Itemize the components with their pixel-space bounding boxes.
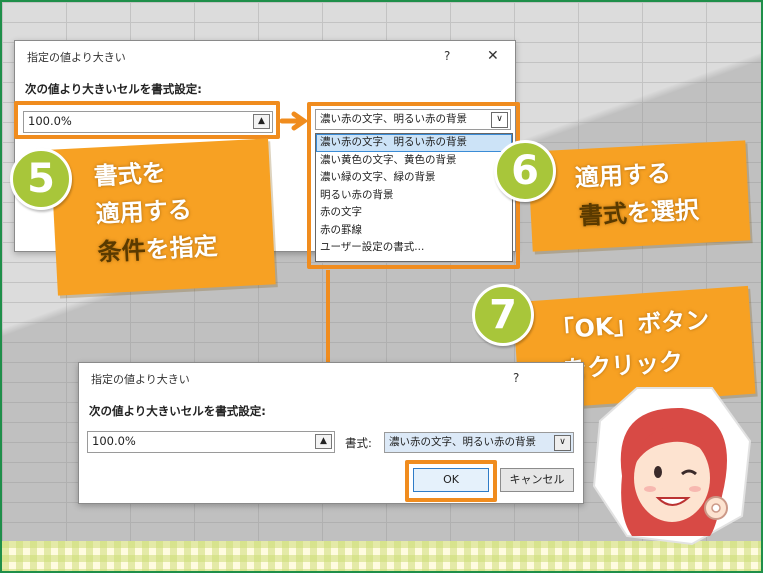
format-option[interactable]: ユーザー設定の書式... — [316, 239, 512, 257]
top-format-select-text: 濃い赤の文字、明るい赤の背景 — [320, 113, 467, 125]
format-option[interactable]: 濃い緑の文字、緑の背景 — [316, 169, 512, 187]
step5-badge: 5 — [10, 148, 72, 210]
step6-emphasis: 書式 — [578, 199, 628, 231]
ok-button[interactable]: OK — [413, 468, 489, 492]
format-label: 書式: — [345, 436, 372, 450]
bottom-value-text: 100.0% — [92, 434, 136, 448]
step5-line3-rest: を指定 — [144, 232, 219, 264]
illustration-frame: 指定の値より大きい ? ✕ 次の値より大きいセルを書式設定: 100.0% ▲ … — [0, 0, 763, 573]
bottom-value-input[interactable]: 100.0% ▲ — [87, 431, 335, 453]
format-options-list: 濃い赤の文字、明るい赤の背景 濃い黄色の文字、黄色の背景 濃い緑の文字、緑の背景… — [315, 133, 513, 262]
bottom-dialog: 指定の値より大きい ? 次の値より大きいセルを書式設定: 100.0% ▲ 書式… — [78, 362, 584, 504]
step7-badge: 7 — [472, 284, 534, 346]
bottom-condition-label: 次の値より大きいセルを書式設定: — [89, 404, 266, 418]
spin-up-icon[interactable]: ▲ — [315, 434, 332, 449]
top-help-button[interactable]: ? — [444, 49, 450, 63]
step6-badge: 6 — [494, 140, 556, 202]
step5-emphasis: 条件 — [97, 235, 147, 267]
step5-line3: 条件を指定 — [97, 229, 219, 270]
value-highlight-box — [14, 101, 280, 139]
format-option[interactable]: 濃い黄色の文字、黄色の背景 — [316, 152, 512, 170]
step7-line1: 「OK」ボタン — [549, 305, 711, 345]
format-option[interactable]: 赤の文字 — [316, 204, 512, 222]
bottom-format-select[interactable]: 濃い赤の文字、明るい赤の背景 ∨ — [384, 432, 574, 453]
step6-line1: 適用する — [574, 159, 672, 193]
step5-line1: 書式を — [93, 158, 167, 191]
step6-line2-rest: を選択 — [626, 195, 700, 228]
cancel-button[interactable]: キャンセル — [500, 468, 574, 492]
top-close-button[interactable]: ✕ — [487, 48, 499, 64]
format-option[interactable]: 濃い赤の文字、明るい赤の背景 — [316, 134, 512, 152]
bottom-format-select-text: 濃い赤の文字、明るい赤の背景 — [389, 436, 536, 448]
format-option[interactable]: 赤の罫線 — [316, 222, 512, 240]
step5-callout: 書式を 適用する 条件を指定 — [50, 138, 276, 296]
mascot-illustration — [592, 387, 752, 546]
step6-line2: 書式を選択 — [578, 193, 700, 234]
chevron-down-icon[interactable]: ∨ — [491, 112, 508, 128]
step5-line2: 適用する — [95, 195, 193, 229]
chevron-down-icon[interactable]: ∨ — [554, 435, 571, 451]
bottom-dialog-title: 指定の値より大きい — [91, 373, 190, 386]
bottom-help-button[interactable]: ? — [513, 371, 519, 385]
step6-callout: 適用する 書式を選択 — [527, 140, 751, 252]
top-dialog-title: 指定の値より大きい — [27, 51, 126, 64]
top-condition-label: 次の値より大きいセルを書式設定: — [25, 82, 202, 96]
top-format-select[interactable]: 濃い赤の文字、明るい赤の背景 ∨ — [315, 109, 511, 130]
format-option[interactable]: 明るい赤の背景 — [316, 187, 512, 205]
